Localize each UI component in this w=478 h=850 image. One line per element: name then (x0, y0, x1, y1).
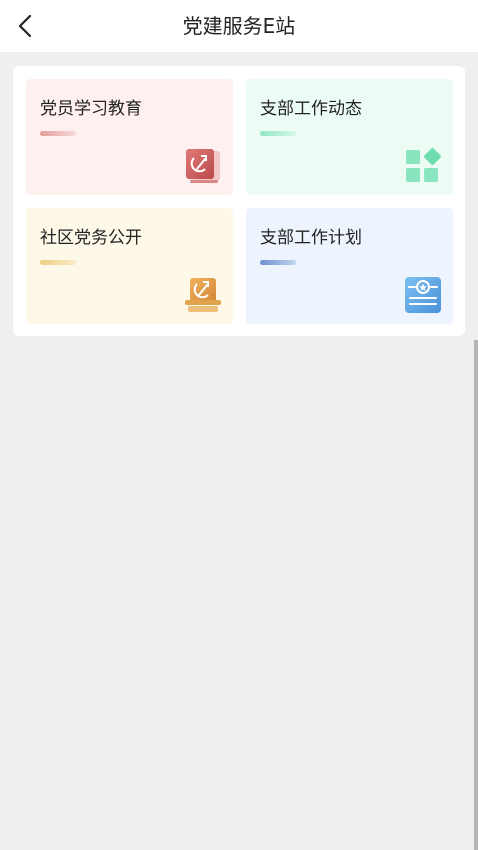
party-book-icon (186, 149, 220, 183)
scrollbar[interactable] (474, 340, 478, 850)
tile-accent-bar (40, 260, 76, 265)
tile-branch-work-plan[interactable]: 支部工作计划 (246, 208, 453, 324)
tile-party-member-education[interactable]: 党员学习教育 (26, 79, 233, 195)
app-grid-icon (406, 148, 441, 182)
tile-label: 支部工作计划 (260, 228, 362, 248)
tile-label: 社区党务公开 (40, 228, 142, 248)
top-nav-bar: 党建服务E站 (0, 0, 478, 52)
tile-accent-bar (260, 131, 296, 136)
tile-label: 党员学习教育 (40, 99, 142, 119)
party-podium-icon (185, 278, 221, 312)
tile-label: 支部工作动态 (260, 99, 362, 119)
tile-community-party-affairs[interactable]: 社区党务公开 (26, 208, 233, 324)
tile-accent-bar (40, 131, 76, 136)
menu-card: 党员学习教育 支部工作动态 社区党务公开 支部工作计划 (13, 66, 465, 336)
document-star-icon (405, 277, 441, 313)
tile-branch-work-news[interactable]: 支部工作动态 (246, 79, 453, 195)
tile-accent-bar (260, 260, 296, 265)
page-title: 党建服务E站 (182, 14, 296, 38)
